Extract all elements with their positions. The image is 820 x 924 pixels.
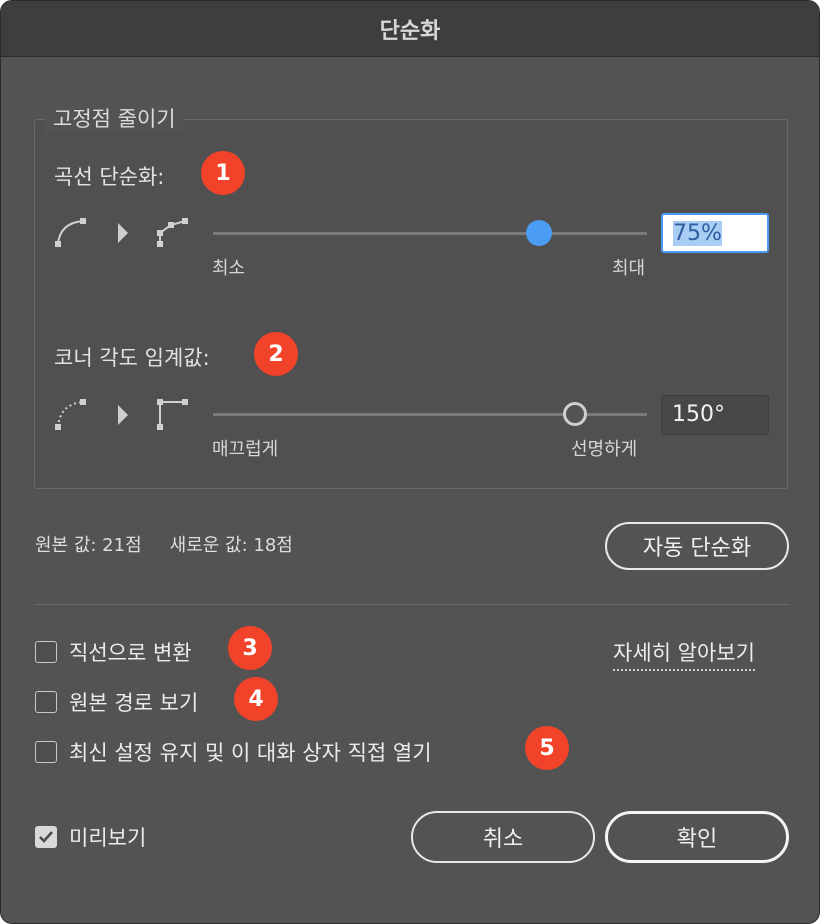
annotation-badge-5: 5 xyxy=(525,726,569,770)
annotation-badge-1: 1 xyxy=(201,151,245,195)
show-original-checkbox[interactable] xyxy=(35,691,57,713)
curve-simplify-slider-thumb[interactable] xyxy=(525,220,552,246)
arrow-right-icon xyxy=(118,405,128,425)
simplified-path-icon xyxy=(157,218,188,247)
sharp-corner-icon xyxy=(157,399,188,430)
preview-checkbox[interactable] xyxy=(35,826,57,848)
simplify-dialog: 단순화 고정점 줄이기 곡선 단순화: 1 최소 최대 75% 코너 각도 임계… xyxy=(0,0,820,924)
convert-to-lines-option[interactable]: 직선으로 변환 xyxy=(35,637,192,667)
curve-min-label: 최소 xyxy=(212,258,246,279)
convert-to-lines-checkbox[interactable] xyxy=(35,641,57,663)
annotation-badge-2: 2 xyxy=(254,332,298,376)
smooth-corner-icon xyxy=(55,399,86,430)
checkmark-icon xyxy=(39,831,53,843)
preview-label: 미리보기 xyxy=(69,826,147,850)
cancel-button[interactable]: 취소 xyxy=(411,811,595,863)
learn-more-link[interactable]: 자세히 알아보기 xyxy=(613,637,755,671)
curve-simplify-label: 곡선 단순화: xyxy=(54,165,165,189)
curve-max-label: 최대 xyxy=(612,258,646,279)
curve-path-icon xyxy=(55,218,86,247)
curve-simplify-value-input[interactable]: 75% xyxy=(661,213,769,253)
preview-option[interactable]: 미리보기 xyxy=(35,822,146,852)
original-count: 원본 값: 21점 xyxy=(35,535,142,556)
annotation-badge-3: 3 xyxy=(228,626,272,670)
point-counts: 원본 값: 21점 새로운 값: 18점 xyxy=(35,531,293,557)
show-original-option[interactable]: 원본 경로 보기 xyxy=(35,687,198,717)
corner-threshold-label: 코너 각도 임계값: xyxy=(54,346,210,370)
show-original-label: 원본 경로 보기 xyxy=(69,691,199,715)
curve-simplify-value-text: 75% xyxy=(673,221,722,246)
new-count: 새로운 값: 18점 xyxy=(169,535,293,556)
curve-simplify-slider-track[interactable] xyxy=(213,232,647,235)
corner-min-label: 매끄럽게 xyxy=(212,439,279,460)
convert-to-lines-label: 직선으로 변환 xyxy=(69,641,192,665)
keep-latest-checkbox[interactable] xyxy=(35,741,57,763)
reduce-anchors-legend: 고정점 줄이기 xyxy=(45,103,184,133)
keep-latest-option[interactable]: 최신 설정 유지 및 이 대화 상자 직접 열기 xyxy=(35,737,432,767)
corner-max-label: 선명하게 xyxy=(571,439,638,460)
dialog-title: 단순화 xyxy=(1,1,819,57)
corner-threshold-value-input[interactable]: 150° xyxy=(661,395,769,435)
arrow-right-icon xyxy=(118,223,128,243)
divider xyxy=(34,604,788,605)
ok-button[interactable]: 확인 xyxy=(605,811,789,863)
auto-simplify-button[interactable]: 자동 단순화 xyxy=(605,522,789,570)
corner-threshold-slider-thumb[interactable] xyxy=(562,402,587,426)
annotation-badge-4: 4 xyxy=(234,677,278,721)
keep-latest-label: 최신 설정 유지 및 이 대화 상자 직접 열기 xyxy=(69,741,432,765)
